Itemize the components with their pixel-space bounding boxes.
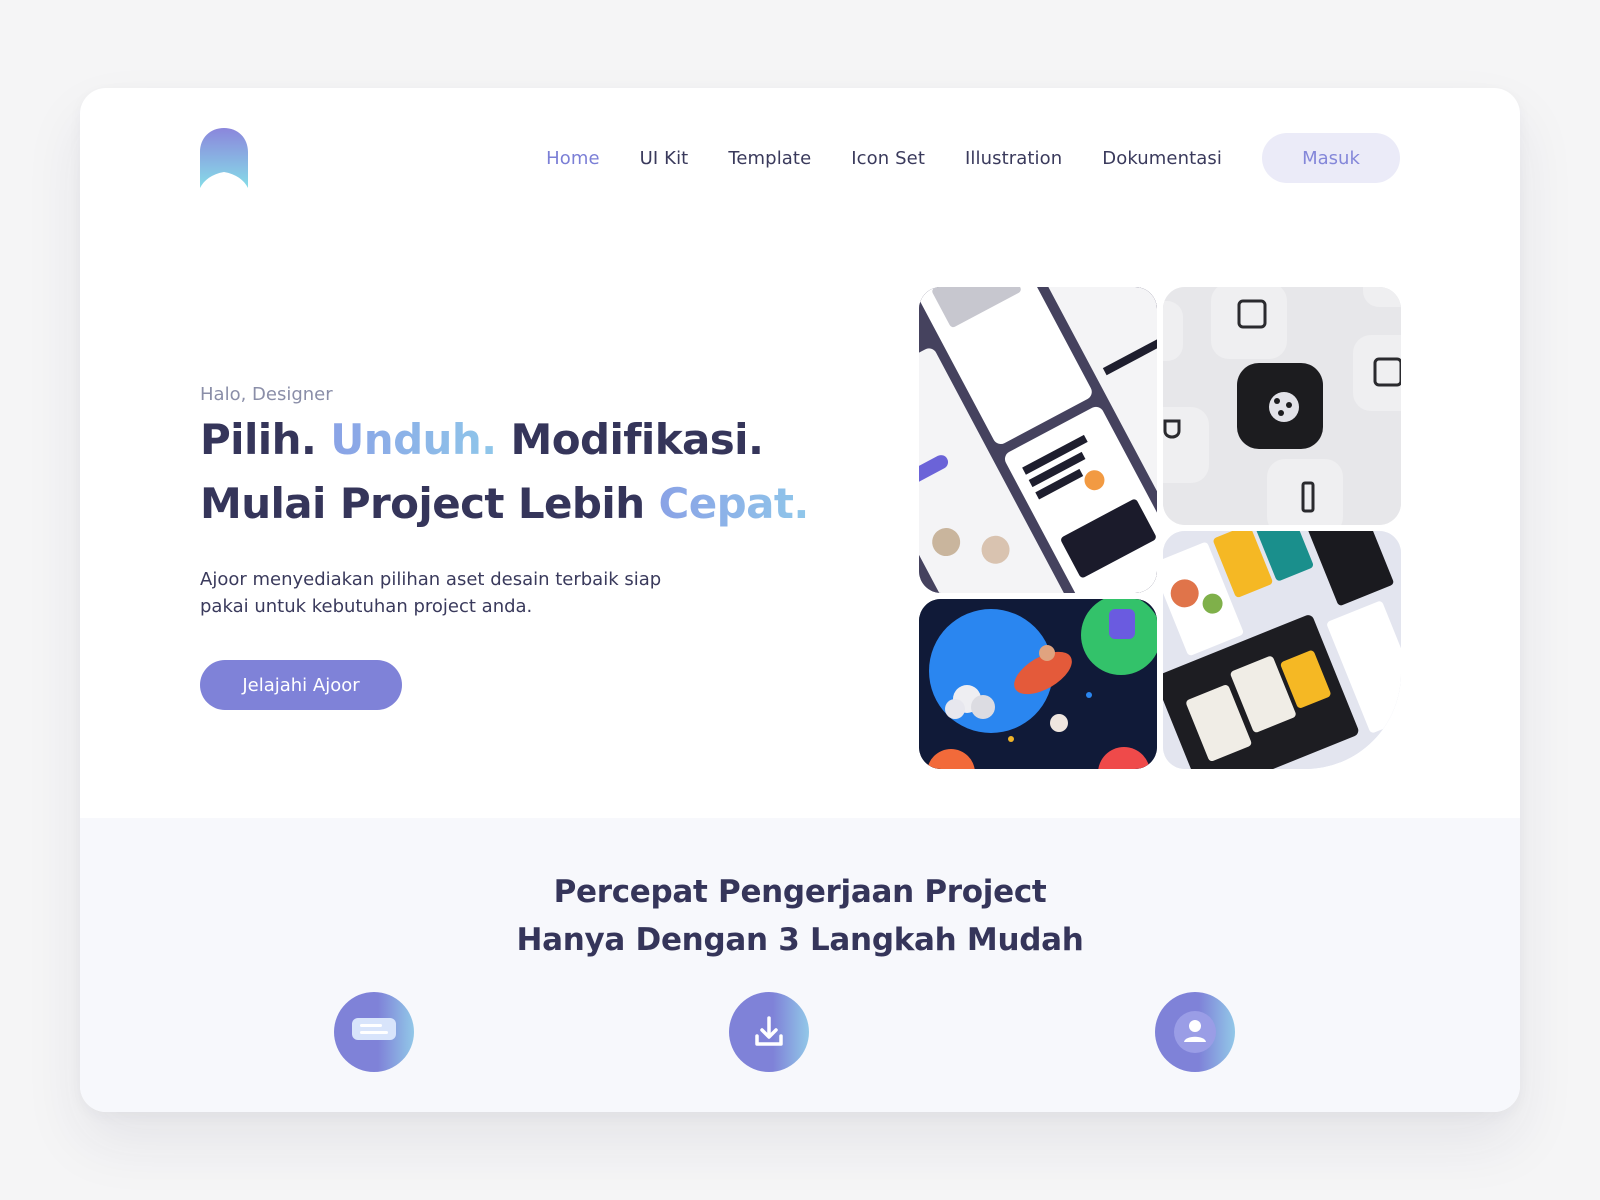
landing-card: Home UI Kit Template Icon Set Illustrati…	[80, 88, 1520, 1112]
download-icon	[729, 992, 809, 1072]
headline-word-unduh: Unduh.	[330, 415, 497, 464]
nav-item-home[interactable]: Home	[546, 148, 600, 169]
headline-word-pilih: Pilih.	[200, 415, 317, 464]
headline-word-modifikasi: Modifikasi.	[510, 415, 764, 464]
main-nav: Home UI Kit Template Icon Set Illustrati…	[546, 133, 1400, 183]
headline-line-2: Mulai Project Lebih Cepat.	[200, 472, 809, 536]
gallery-tile-3d-illustration[interactable]	[919, 599, 1157, 769]
steps-section: Percepat Pengerjaan Project Hanya Dengan…	[80, 818, 1520, 1112]
nav-item-icon-set[interactable]: Icon Set	[851, 148, 925, 169]
steps-title-line-1: Percepat Pengerjaan Project	[553, 874, 1047, 910]
gallery-tile-icon-set[interactable]	[1163, 287, 1401, 525]
ajoor-logo-icon[interactable]	[200, 128, 248, 188]
headline-text-mulai: Mulai Project Lebih	[200, 479, 645, 528]
gallery-tile-web-templates[interactable]	[1163, 531, 1401, 769]
headline-word-cepat: Cepat.	[658, 479, 810, 528]
gallery-tile-app-screens[interactable]	[919, 287, 1157, 593]
headline-line-1: Pilih. Unduh. Modifikasi.	[200, 408, 809, 472]
hero-description: Ajoor menyediakan pilihan aset desain te…	[200, 569, 662, 617]
hero-eyebrow: Halo, Designer	[200, 384, 333, 405]
nav-item-ui-kit[interactable]: UI Kit	[640, 148, 689, 169]
explore-button[interactable]: Jelajahi Ajoor	[200, 660, 402, 710]
nav-item-dokumentasi[interactable]: Dokumentasi	[1102, 148, 1222, 169]
nav-item-template[interactable]: Template	[728, 148, 811, 169]
user-icon	[1155, 992, 1235, 1072]
chat-icon	[334, 992, 414, 1072]
steps-title: Percepat Pengerjaan Project Hanya Dengan…	[80, 868, 1520, 964]
nav-item-illustration[interactable]: Illustration	[965, 148, 1062, 169]
steps-title-line-2: Hanya Dengan 3 Langkah Mudah	[516, 922, 1084, 958]
hero-headline: Pilih. Unduh. Modifikasi. Mulai Project …	[200, 408, 809, 536]
login-button[interactable]: Masuk	[1262, 133, 1400, 183]
